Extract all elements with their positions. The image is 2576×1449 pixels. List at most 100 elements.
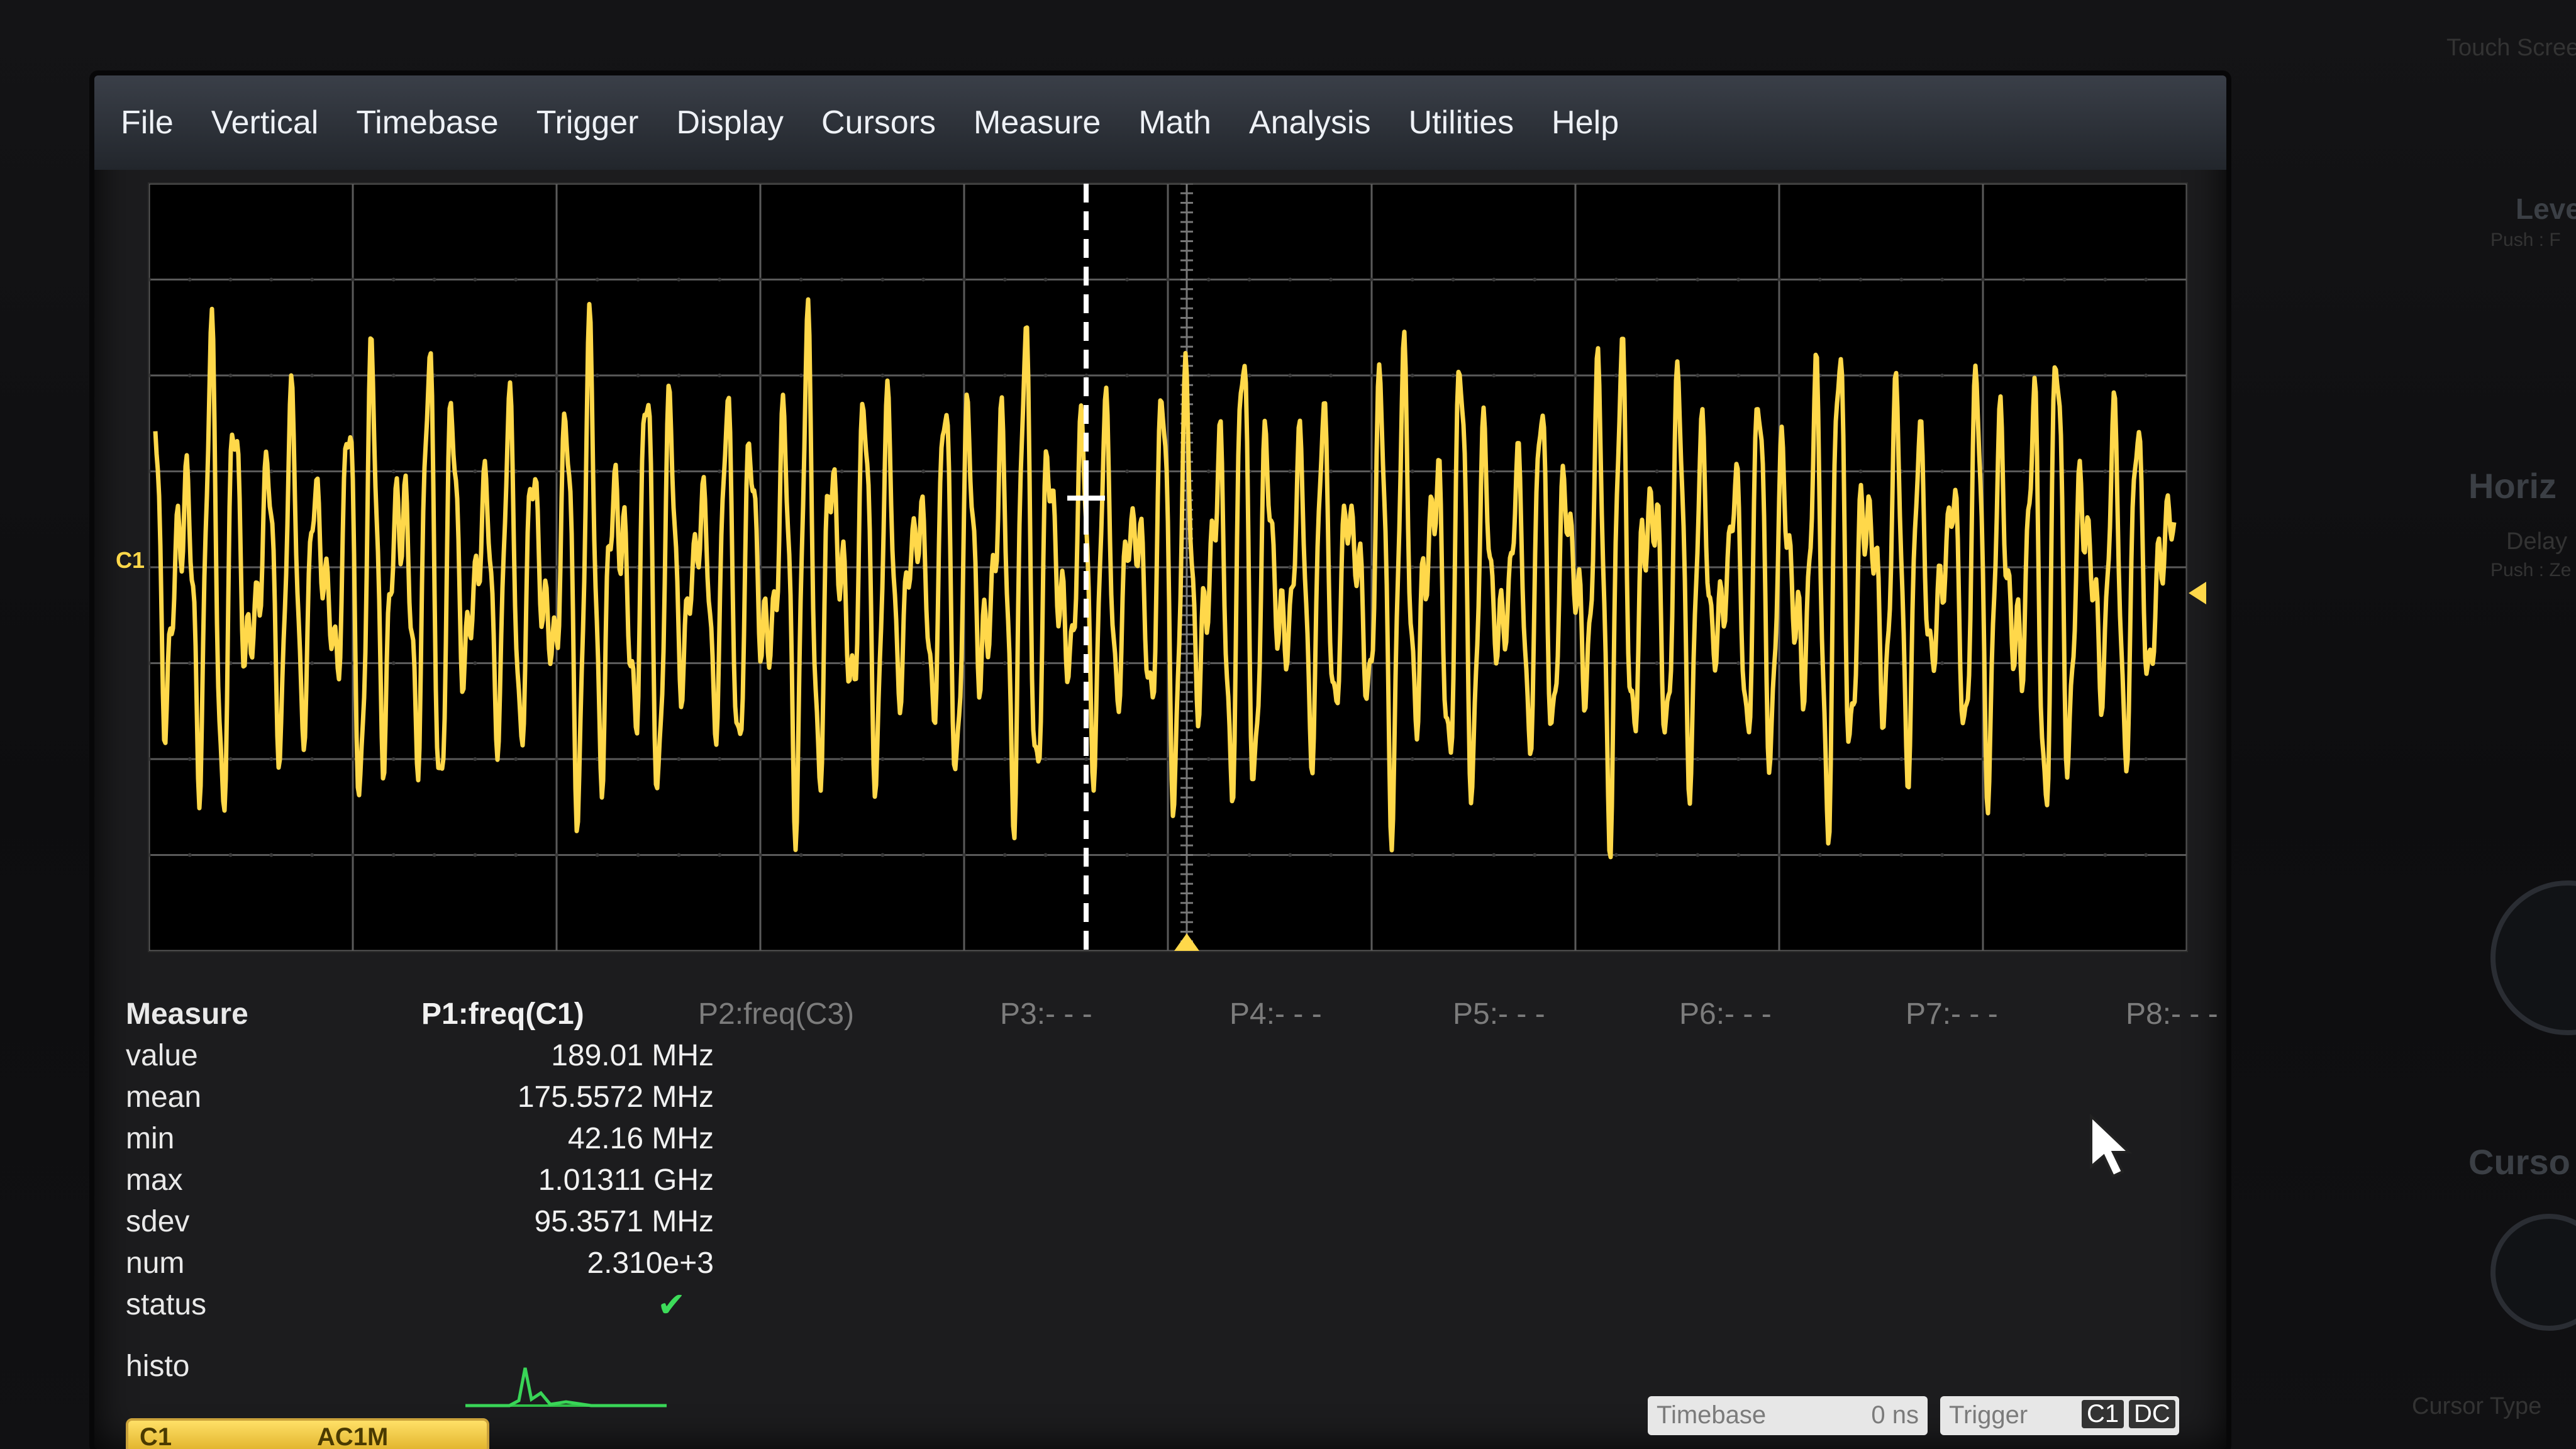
grid-dot <box>391 661 396 665</box>
grid-dot <box>1288 469 1292 474</box>
grid-dot <box>1002 757 1007 761</box>
grid-dot <box>1166 853 1170 857</box>
grid-dot <box>1043 757 1048 761</box>
grid-dot <box>228 757 233 761</box>
menu-help[interactable]: Help <box>1552 104 1619 142</box>
grid-dot <box>555 661 558 665</box>
menu-measure[interactable]: Measure <box>974 104 1101 142</box>
grid-dot <box>1492 853 1496 857</box>
menu-cursors[interactable]: Cursors <box>821 104 936 142</box>
grid-dot <box>2062 374 2067 377</box>
grid-dot <box>1288 565 1292 569</box>
grid-dot <box>1288 757 1292 761</box>
grid-dot <box>1451 277 1455 282</box>
grid-dot <box>840 469 844 474</box>
grid-dot <box>149 661 151 665</box>
grid-dot <box>1329 469 1333 474</box>
grid-dot <box>1125 757 1130 761</box>
grid-dot <box>187 853 192 857</box>
grid-dot <box>718 469 722 474</box>
row-label-histo: histo <box>126 1350 190 1383</box>
param-p3[interactable]: P3:- - - <box>1000 997 1092 1031</box>
menu-display[interactable]: Display <box>677 104 784 142</box>
grid-dot <box>1696 853 1700 857</box>
grid-dot <box>149 565 151 569</box>
grid-dot <box>351 374 355 377</box>
grid-dot <box>1655 374 1659 377</box>
grid-dot <box>1451 374 1455 377</box>
grid-dot <box>636 277 640 282</box>
grid-dot <box>1655 853 1659 857</box>
grid-dot <box>1492 277 1496 282</box>
grid-dot <box>1166 374 1170 377</box>
param-p6[interactable]: P6:- - - <box>1679 997 1772 1031</box>
menu-math[interactable]: Math <box>1138 104 1211 142</box>
channel-badge[interactable]: C1 AC1M <box>126 1418 489 1449</box>
grid-dot <box>555 565 558 569</box>
waveform-grid[interactable] <box>148 182 2188 952</box>
grid-dot <box>1696 661 1700 665</box>
menu-timebase[interactable]: Timebase <box>356 104 498 142</box>
grid-dot <box>1574 661 1577 665</box>
grid-dot <box>1125 469 1130 474</box>
level-label: Leve <box>2516 192 2576 225</box>
grid-dot <box>1247 853 1252 857</box>
menu-file[interactable]: File <box>121 104 174 142</box>
grid-dot <box>1858 374 1863 377</box>
param-p5[interactable]: P5:- - - <box>1453 997 1545 1031</box>
grid-dot <box>1206 661 1211 665</box>
row-value-num: 2.310e+3 <box>587 1246 714 1280</box>
waveform-plot <box>149 184 2187 951</box>
row-label-sdev: sdev <box>126 1205 190 1238</box>
menu-bar: File Vertical Timebase Trigger Display C… <box>94 75 2226 170</box>
grid-dot <box>1002 374 1007 377</box>
grid-dot <box>1125 374 1130 377</box>
grid-dot <box>2103 277 2107 282</box>
grid-dot <box>1899 374 1904 377</box>
grid-dot <box>228 853 233 857</box>
grid-dot <box>1736 661 1741 665</box>
grid-dot <box>1166 277 1170 282</box>
param-p4[interactable]: P4:- - - <box>1230 997 1322 1031</box>
grid-dot <box>1329 374 1333 377</box>
grid-dot <box>1533 374 1537 377</box>
grid-dot <box>677 853 681 857</box>
grid-dot <box>1696 757 1700 761</box>
menu-analysis[interactable]: Analysis <box>1249 104 1371 142</box>
grid-dot <box>1533 853 1537 857</box>
menu-utilities[interactable]: Utilities <box>1409 104 1514 142</box>
grid-dot <box>1370 853 1374 857</box>
timebase-box[interactable]: Timebase 0 ns <box>1648 1396 1928 1435</box>
row-label-value: value <box>126 1039 198 1072</box>
grid-dot <box>310 853 314 857</box>
grid-dot <box>1777 853 1781 857</box>
row-value-mean: 175.5572 MHz <box>517 1080 714 1114</box>
channel-badge-name: C1 <box>140 1423 172 1449</box>
trigger-level-marker[interactable] <box>2189 582 2206 604</box>
menu-vertical[interactable]: Vertical <box>211 104 319 142</box>
grid-dot <box>2103 853 2107 857</box>
grid-dot <box>432 277 436 282</box>
horizontal-label: Horiz <box>2468 466 2557 506</box>
grid-dot <box>1410 757 1414 761</box>
grid-dot <box>187 374 192 377</box>
param-p1[interactable]: P1:freq(C1) <box>421 997 584 1031</box>
touch-screen-label: Touch Screen <box>2446 35 2576 61</box>
grid-dot <box>473 374 477 377</box>
param-p8[interactable]: P8:- - - <box>2126 997 2218 1031</box>
grid-dot <box>473 469 477 474</box>
grid-dot <box>187 661 192 665</box>
param-p2[interactable]: P2:freq(C3) <box>698 997 854 1031</box>
param-p7[interactable]: P7:- - - <box>1906 997 1998 1031</box>
trigger-title: Trigger <box>1949 1401 2028 1429</box>
grid-dot <box>799 853 803 857</box>
trigger-box[interactable]: Trigger C1 DC <box>1940 1396 2179 1435</box>
grid-dot <box>1614 757 1618 761</box>
grid-dot <box>1492 374 1496 377</box>
grid-dot <box>1084 374 1089 377</box>
menu-trigger[interactable]: Trigger <box>536 104 639 142</box>
row-label-num: num <box>126 1246 185 1280</box>
grid-dot <box>2062 853 2067 857</box>
grid-dot <box>758 853 762 857</box>
delay-sub-label: Push : Ze <box>2490 560 2572 580</box>
